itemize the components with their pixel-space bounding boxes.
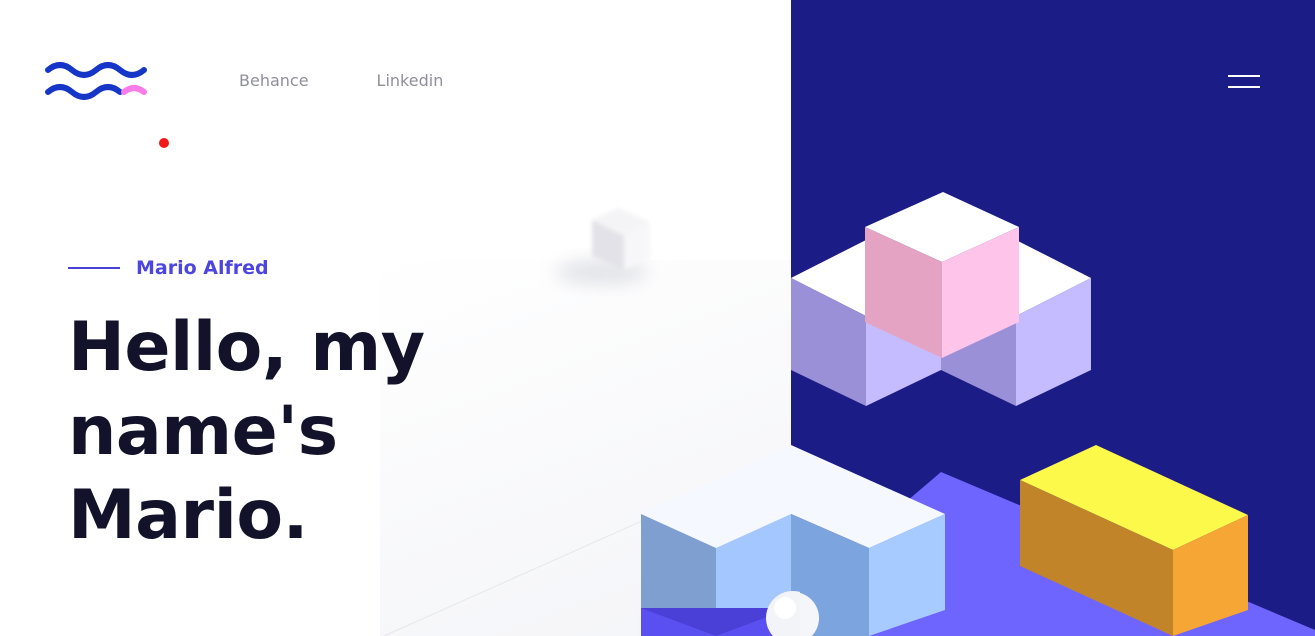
headline-line-3: Mario. [68,476,308,555]
wave-logo-icon[interactable] [44,58,150,104]
hamburger-menu-icon[interactable] [1224,70,1264,94]
eyebrow-line [68,267,120,269]
menu-line [1228,75,1260,77]
nav-link-behance[interactable]: Behance [239,70,309,92]
eyebrow-name: Mario Alfred [136,257,269,279]
block-left-part [641,445,800,636]
headline-line-2: name's [68,392,338,471]
headline-line-1: Hello, my [68,308,425,387]
floating-cube-icon [556,208,650,284]
top-nav: Behance Linkedin [239,70,443,92]
nav-link-linkedin[interactable]: Linkedin [377,70,444,92]
hero-eyebrow: Mario Alfred [68,255,269,281]
portfolio-home: Behance Linkedin Mario Alfred Hello, my … [0,0,1315,636]
cursor-dot [159,138,169,148]
hero-headline: Hello, my name's Mario. [68,306,528,558]
menu-line [1228,86,1260,88]
hero-illustration [791,0,1315,636]
